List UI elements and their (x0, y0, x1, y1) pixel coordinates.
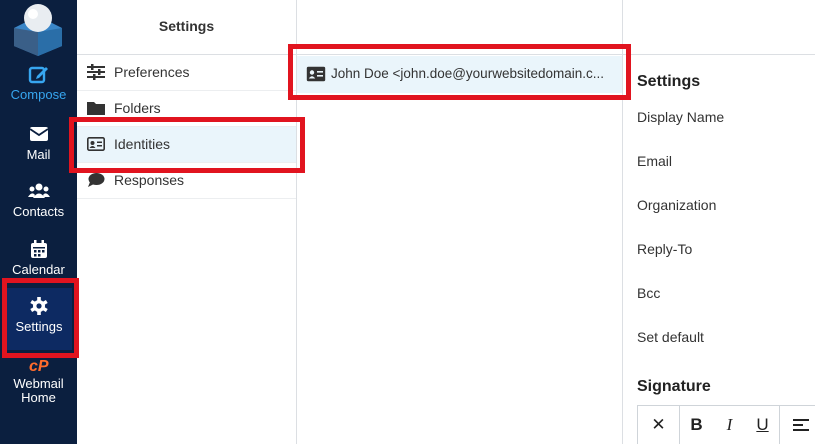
calendar-icon (30, 240, 47, 258)
nav-webmail-home[interactable]: cP Webmail Home (0, 356, 77, 405)
users-icon (27, 183, 50, 198)
webmail-app: Compose Mail Contacts Calendar Settings … (0, 0, 815, 444)
nav-contacts[interactable]: Contacts (0, 181, 77, 219)
nav-calendar[interactable]: Calendar (0, 239, 77, 277)
menu-item-preferences[interactable]: Preferences (77, 55, 296, 91)
nav-home-label-line2: Home (21, 390, 56, 405)
cpanel-icon: cP (29, 358, 49, 375)
reply-to-label: Reply-To (637, 241, 693, 257)
text-style-group: B I U (680, 406, 780, 444)
organization-label: Organization (637, 197, 717, 213)
align-left-icon (793, 419, 809, 431)
menu-item-label: Preferences (114, 64, 190, 80)
email-label: Email (637, 153, 673, 169)
settings-menu-header: Settings (77, 0, 296, 55)
highlight-settings-nav (2, 278, 79, 358)
nav-mail[interactable]: Mail (0, 124, 77, 162)
comment-icon (88, 173, 105, 187)
nav-compose-label: Compose (10, 87, 67, 102)
envelope-icon (29, 127, 48, 141)
menu-item-label: Folders (114, 100, 161, 116)
highlight-identities-menu (69, 117, 305, 173)
sliders-icon (87, 64, 105, 80)
signature-section-title: Signature (637, 378, 711, 395)
roundcube-logo (14, 4, 62, 56)
bold-button[interactable]: B (680, 406, 713, 444)
nav-home-label-line1: Webmail (13, 376, 64, 391)
nav-calendar-label: Calendar (12, 262, 65, 277)
nav-compose[interactable]: Compose (0, 64, 77, 102)
main-nav: Compose Mail Contacts Calendar Settings … (0, 0, 77, 444)
settings-menu-panel: Settings Preferences Folders Identities … (77, 0, 297, 444)
nav-contacts-label: Contacts (12, 204, 65, 219)
settings-section-title: Settings (637, 73, 701, 90)
nav-mail-label: Mail (26, 147, 51, 162)
menu-item-label: Responses (114, 172, 185, 188)
underline-button[interactable]: U (746, 406, 779, 444)
clear-formatting-button[interactable]: ✕ (638, 406, 680, 444)
italic-button[interactable]: I (713, 406, 746, 444)
details-header (623, 0, 815, 55)
display-name-label: Display Name (637, 109, 725, 125)
align-left-button[interactable] (780, 406, 815, 444)
signature-editor-toolbar: ✕ B I U (637, 405, 815, 444)
bcc-label: Bcc (637, 285, 661, 301)
set-default-label: Set default (637, 329, 704, 345)
identity-details-panel: Settings Display Name Email Organization… (623, 0, 815, 444)
folder-icon (87, 102, 105, 115)
svg-text:cP: cP (29, 358, 49, 375)
compose-icon (28, 66, 48, 84)
highlight-identity-item (288, 44, 631, 100)
